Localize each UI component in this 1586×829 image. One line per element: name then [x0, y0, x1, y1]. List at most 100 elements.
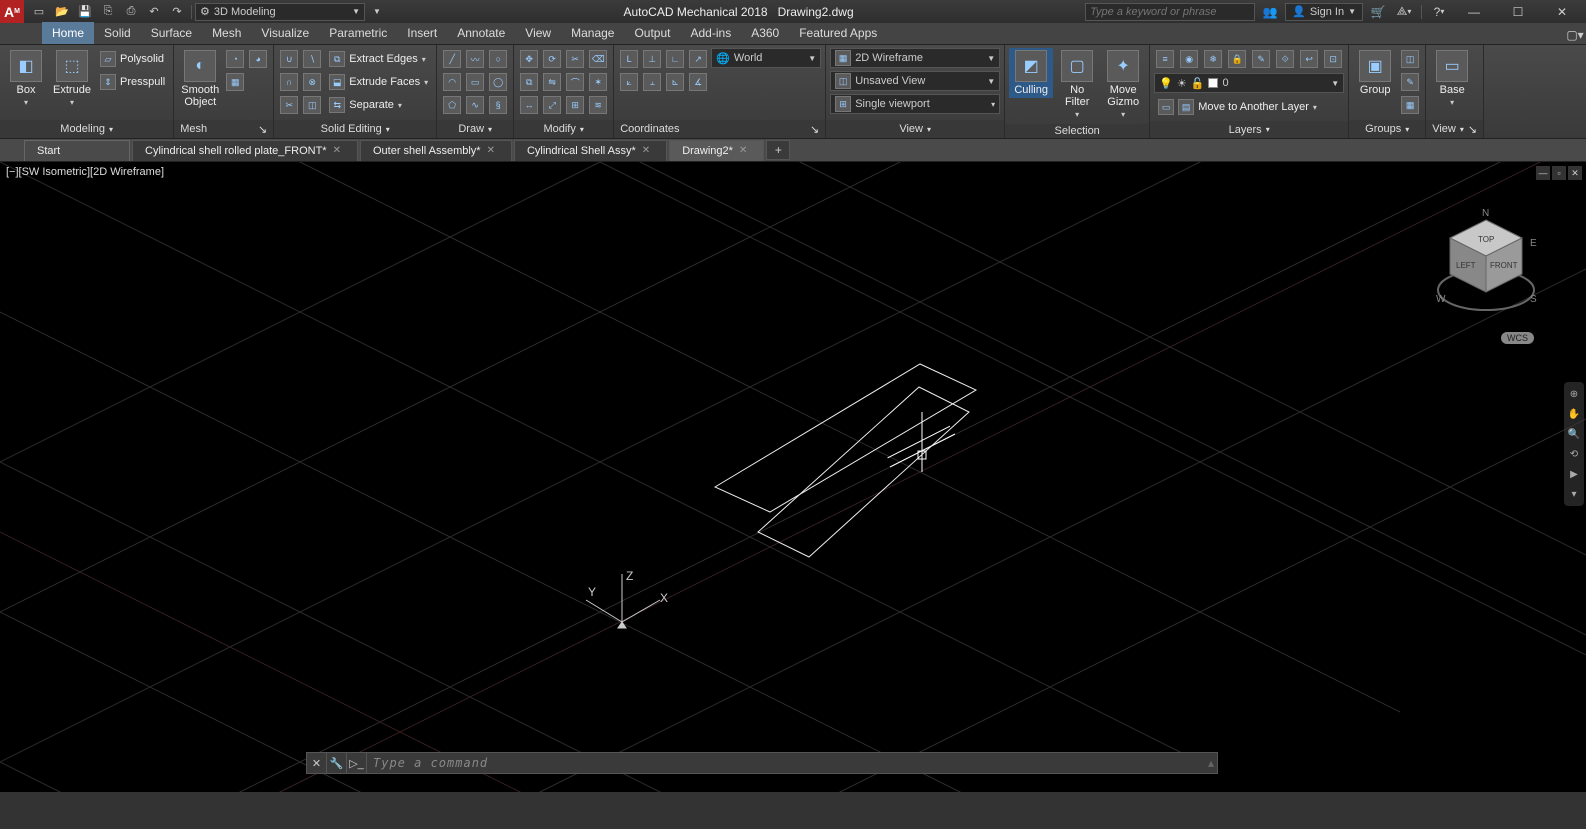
help-icon[interactable]: ?▾: [1428, 3, 1450, 21]
layer-prev-icon[interactable]: ↩: [1298, 48, 1320, 70]
close-icon[interactable]: ✕: [739, 145, 747, 156]
nav-more-icon[interactable]: ▾: [1566, 486, 1582, 502]
fillet-icon[interactable]: ⌒: [564, 71, 586, 93]
ungroup-icon[interactable]: ◫: [1399, 48, 1421, 70]
qat-new-icon[interactable]: ▭: [28, 3, 50, 21]
close-icon[interactable]: ✕: [487, 145, 495, 156]
ucs-icon-2[interactable]: ⊥: [641, 48, 663, 70]
intersect-icon[interactable]: ∩: [278, 71, 300, 93]
spline-icon[interactable]: ∿: [464, 94, 486, 116]
a360-icon[interactable]: ⟁▾: [1393, 3, 1415, 21]
ribbon-min-icon[interactable]: ▢▾: [1564, 26, 1586, 44]
tab-featured-apps[interactable]: Featured Apps: [789, 22, 887, 44]
copy-icon[interactable]: ⧉: [518, 71, 540, 93]
tab-annotate[interactable]: Annotate: [447, 22, 515, 44]
ucs-icon-1[interactable]: L: [618, 48, 640, 70]
close-icon[interactable]: ✕: [642, 145, 650, 156]
polyline-icon[interactable]: 〰: [464, 48, 486, 70]
file-tab-0[interactable]: Cylindrical shell rolled plate_FRONT*✕: [132, 140, 358, 161]
viewcube[interactable]: TOP LEFT FRONT W S E N: [1426, 202, 1546, 322]
tab-parametric[interactable]: Parametric: [319, 22, 397, 44]
layer-state-icon[interactable]: ⊡: [1322, 48, 1344, 70]
visual-style-dropdown[interactable]: ▦2D Wireframe▼: [830, 48, 1000, 68]
separate-button[interactable]: ⇆Separate▾: [325, 94, 432, 116]
viewport-config-dropdown[interactable]: ⊞Single viewport▾: [830, 94, 1000, 114]
layer-make-icon[interactable]: ✎: [1250, 48, 1272, 70]
vp-restore-icon[interactable]: ▫: [1552, 166, 1566, 180]
group-bbox-icon[interactable]: ▦: [1399, 94, 1421, 116]
qat-more-icon[interactable]: ▼: [366, 3, 388, 21]
circle-icon[interactable]: ○: [487, 48, 509, 70]
ucs-icon-5[interactable]: ⟀: [618, 71, 640, 93]
panel-title-modeling[interactable]: Modeling▾: [0, 120, 173, 138]
cmd-expand-icon[interactable]: ▴: [1205, 756, 1217, 770]
signin-button[interactable]: 👤 Sign In ▼: [1285, 3, 1363, 21]
tab-surface[interactable]: Surface: [141, 22, 202, 44]
panel-title-coordinates[interactable]: Coordinates↘: [614, 120, 825, 138]
qat-plot-icon[interactable]: ⎙: [120, 3, 142, 21]
layer-lock-icon[interactable]: 🔒: [1226, 48, 1248, 70]
cmd-close-icon[interactable]: ✕: [307, 753, 327, 773]
tab-insert[interactable]: Insert: [397, 22, 447, 44]
interfere-icon[interactable]: ⊗: [301, 71, 323, 93]
explode-icon[interactable]: ✶: [587, 71, 609, 93]
workspace-dropdown[interactable]: ⚙ 3D Modeling ▼: [195, 3, 365, 21]
ucs-icon-3[interactable]: ∟: [664, 48, 686, 70]
tab-a360[interactable]: A360: [741, 22, 789, 44]
panel-title-view[interactable]: View▾: [826, 120, 1004, 138]
nav-fullnav-icon[interactable]: ⊕: [1566, 386, 1582, 402]
exchange-icon[interactable]: 🛒: [1367, 3, 1389, 21]
nav-showmotion-icon[interactable]: ▶: [1566, 466, 1582, 482]
start-tab[interactable]: Start: [24, 140, 130, 161]
helix-icon[interactable]: §: [487, 94, 509, 116]
move-gizmo-button[interactable]: ✦ Move Gizmo ▾: [1101, 48, 1145, 121]
ucs-icon-6[interactable]: ⫠: [641, 71, 663, 93]
qat-save-icon[interactable]: 💾: [74, 3, 96, 21]
mirror-icon[interactable]: ⇋: [541, 71, 563, 93]
maximize-button[interactable]: ☐: [1498, 0, 1538, 23]
file-tab-1[interactable]: Outer shell Assembly*✕: [360, 140, 512, 161]
tab-addins[interactable]: Add-ins: [681, 22, 742, 44]
app-menu-button[interactable]: AM: [0, 0, 24, 23]
close-icon[interactable]: ✕: [333, 145, 341, 156]
command-input[interactable]: Type a command: [367, 756, 1205, 770]
vp-minimize-icon[interactable]: —: [1536, 166, 1550, 180]
tab-manage[interactable]: Manage: [561, 22, 624, 44]
panel-title-draw[interactable]: Draw▾: [437, 120, 513, 138]
file-tab-2[interactable]: Cylindrical Shell Assy*✕: [514, 140, 667, 161]
drawing-viewport[interactable]: [−][SW Isometric][2D Wireframe] — ▫ ✕: [0, 162, 1586, 792]
arc-icon[interactable]: ◠: [441, 71, 463, 93]
extrude-button[interactable]: ⬚ Extrude ▾: [50, 48, 94, 109]
qat-redo-icon[interactable]: ↷: [166, 3, 188, 21]
smooth-object-button[interactable]: ◐ Smooth Object: [178, 48, 222, 110]
qat-saveas-icon[interactable]: ⎘: [97, 3, 119, 21]
box-button[interactable]: ◧ Box ▾: [4, 48, 48, 109]
help-search-input[interactable]: [1085, 3, 1255, 21]
extrude-faces-button[interactable]: ⬓Extrude Faces▾: [325, 71, 432, 93]
mesh-tool-2[interactable]: ◕: [247, 48, 269, 70]
slice-icon[interactable]: ✂: [278, 94, 300, 116]
base-button[interactable]: ▭ Base ▾: [1430, 48, 1474, 109]
offset-icon[interactable]: ≋: [587, 94, 609, 116]
ucs-icon-7[interactable]: ⊾: [664, 71, 686, 93]
group-edit-icon[interactable]: ✎: [1399, 71, 1421, 93]
panel-title-mesh[interactable]: Mesh↘: [174, 120, 273, 138]
nav-orbit-icon[interactable]: ⟲: [1566, 446, 1582, 462]
group-button[interactable]: ▣ Group: [1353, 48, 1397, 98]
polygon-icon[interactable]: ⬠: [441, 94, 463, 116]
line-icon[interactable]: ╱: [441, 48, 463, 70]
subtract-icon[interactable]: ∖: [301, 48, 323, 70]
panel-title-groups[interactable]: Groups▾: [1349, 120, 1425, 138]
infocenter-icon[interactable]: 👥: [1259, 3, 1281, 21]
ellipse-icon[interactable]: ◯: [487, 71, 509, 93]
nav-pan-icon[interactable]: ✋: [1566, 406, 1582, 422]
qat-open-icon[interactable]: 📂: [51, 3, 73, 21]
tab-solid[interactable]: Solid: [94, 22, 141, 44]
scale-icon[interactable]: ⤢: [541, 94, 563, 116]
mesh-tool-3[interactable]: ▦: [224, 71, 246, 93]
panel-title-solid-editing[interactable]: Solid Editing▾: [274, 120, 436, 138]
saved-view-dropdown[interactable]: ◫Unsaved View▼: [830, 71, 1000, 91]
tab-home[interactable]: Home: [42, 22, 94, 44]
viewport-controls-label[interactable]: [−][SW Isometric][2D Wireframe]: [6, 166, 164, 178]
new-tab-button[interactable]: +: [766, 140, 790, 160]
